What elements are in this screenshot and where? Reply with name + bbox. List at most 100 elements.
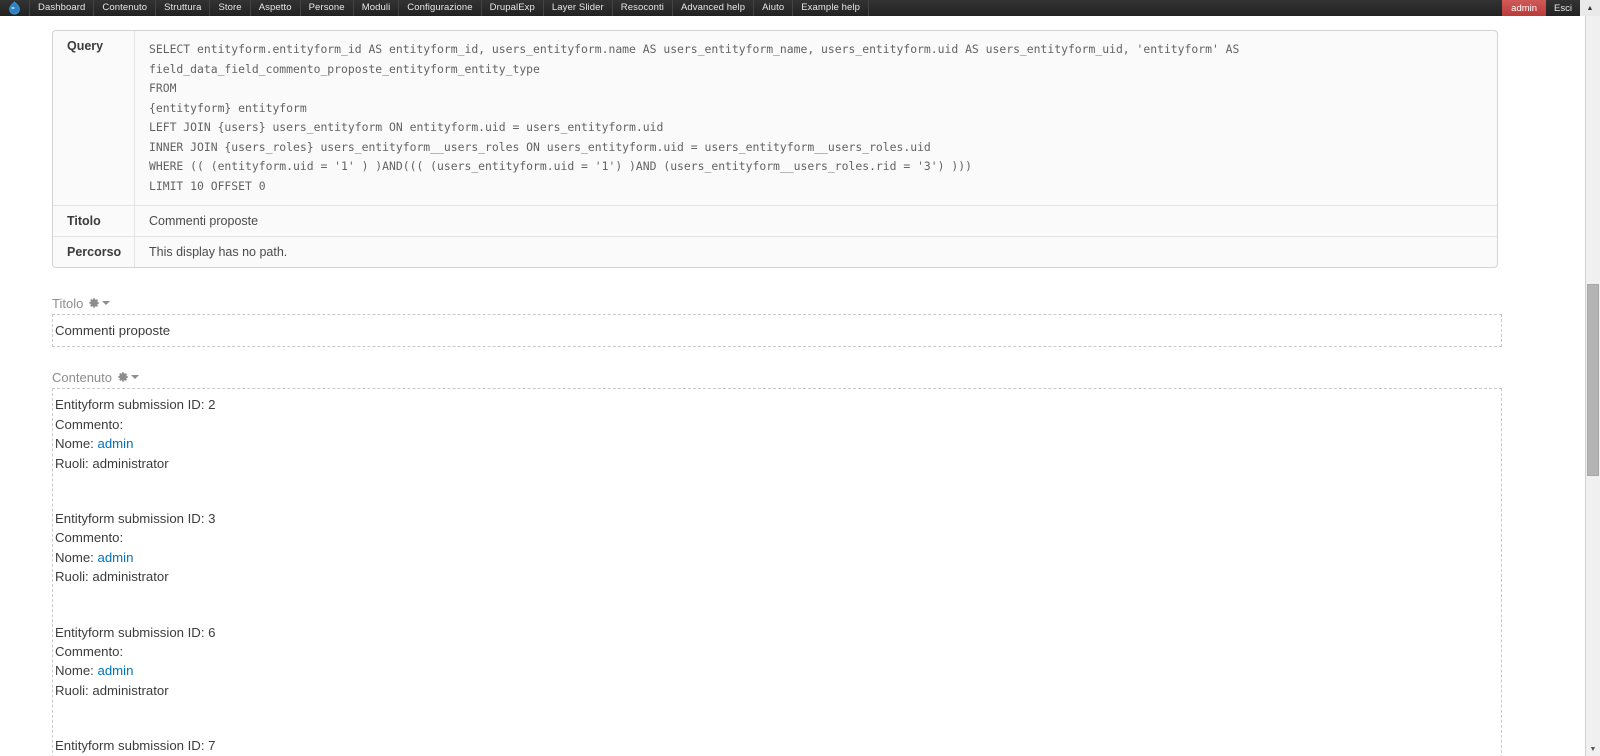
toolbar-item-label: Resoconti bbox=[620, 2, 664, 13]
field-content-contenuto: Entityform submission ID: 2 Commento: No… bbox=[52, 388, 1502, 756]
list-item: Entityform submission ID: 6 Commento: No… bbox=[54, 623, 1501, 701]
result-comment: Commento: bbox=[54, 642, 1501, 661]
result-comment-label: Commento: bbox=[55, 644, 124, 660]
toolbar-user-button[interactable]: admin bbox=[1502, 0, 1547, 16]
gear-icon[interactable] bbox=[88, 297, 100, 309]
field-content-titolo: Commenti proposte bbox=[52, 314, 1502, 348]
field-heading-contenuto: Contenuto bbox=[52, 366, 1585, 388]
toolbar-item-label: Moduli bbox=[361, 2, 391, 13]
toolbar-item-dashboard[interactable]: Dashboard bbox=[30, 0, 95, 16]
result-id-value: 3 bbox=[208, 511, 216, 527]
chevron-down-icon[interactable] bbox=[131, 375, 139, 380]
toolbar-item-contenuto[interactable]: Contenuto bbox=[94, 0, 157, 16]
result-roles-label: Ruoli: bbox=[55, 682, 89, 698]
result-roles: Ruoli: administrator bbox=[54, 567, 1501, 586]
toolbar-logout-button[interactable]: Esci bbox=[1546, 0, 1580, 16]
vertical-scrollbar[interactable]: ▼ bbox=[1586, 16, 1600, 756]
drupal-droplet-icon[interactable] bbox=[0, 0, 30, 16]
toolbar-item-label: Advanced help bbox=[680, 2, 746, 13]
toolbar-item-label: Dashboard bbox=[38, 2, 86, 13]
toolbar-item-advanced-help[interactable]: Advanced help bbox=[673, 0, 755, 16]
result-spacer bbox=[54, 587, 1501, 623]
result-name-label: Nome: bbox=[55, 549, 94, 565]
toolbar-item-configurazione[interactable]: Configurazione bbox=[399, 0, 482, 16]
result-roles-label: Ruoli: bbox=[55, 569, 89, 585]
toolbar-item-label: Persone bbox=[308, 2, 345, 13]
result-spacer bbox=[54, 700, 1501, 736]
toolbar-item-label: Store bbox=[218, 2, 242, 13]
result-id-value: 7 bbox=[208, 738, 216, 754]
row-value-titolo: Commenti proposte bbox=[149, 214, 259, 228]
scroll-down-icon[interactable]: ▼ bbox=[1586, 742, 1600, 756]
result-roles-value: administrator bbox=[92, 682, 169, 698]
toolbar-item-drupalexp[interactable]: DrupalExp bbox=[482, 0, 544, 16]
table-row: Titolo Commenti proposte bbox=[53, 205, 1497, 236]
row-label-titolo: Titolo bbox=[53, 206, 135, 236]
result-id-label: Entityform submission ID: bbox=[55, 397, 205, 413]
field-heading-label: Contenuto bbox=[52, 369, 112, 385]
result-id-label: Entityform submission ID: bbox=[55, 738, 205, 754]
result-name-link[interactable]: admin bbox=[98, 550, 134, 565]
toolbar-item-label: Layer Slider bbox=[551, 2, 604, 13]
toolbar-item-resoconti[interactable]: Resoconti bbox=[613, 0, 673, 16]
scrollbar-thumb[interactable] bbox=[1587, 284, 1599, 476]
toolbar-item-label: DrupalExp bbox=[489, 2, 535, 13]
chevron-down-icon[interactable] bbox=[102, 301, 111, 305]
toolbar-item-label: Struttura bbox=[164, 2, 202, 13]
result-id: Entityform submission ID: 6 bbox=[54, 623, 1501, 642]
table-row: Query SELECT entityform.entityform_id AS… bbox=[53, 31, 1497, 205]
list-item: Entityform submission ID: 3 Commento: No… bbox=[54, 509, 1501, 587]
list-item: Entityform submission ID: 7 bbox=[54, 736, 1501, 755]
result-name-link[interactable]: admin bbox=[98, 663, 134, 678]
admin-toolbar: Dashboard Contenuto Struttura Store Aspe… bbox=[0, 0, 1600, 16]
preview-info-table: Query SELECT entityform.entityform_id AS… bbox=[52, 30, 1498, 268]
toolbar-item-aspetto[interactable]: Aspetto bbox=[251, 0, 301, 16]
result-name: Nome: admin bbox=[54, 434, 1501, 453]
result-name-link[interactable]: admin bbox=[98, 436, 134, 451]
result-roles-label: Ruoli: bbox=[55, 455, 89, 471]
field-heading-label: Titolo bbox=[52, 295, 84, 311]
triangle-up-icon[interactable]: ▲ bbox=[1580, 0, 1600, 16]
result-name-label: Nome: bbox=[55, 663, 94, 679]
toolbar-item-persone[interactable]: Persone bbox=[301, 0, 354, 16]
views-preview-region: Query SELECT entityform.entityform_id AS… bbox=[0, 16, 1586, 756]
list-item: Entityform submission ID: 2 Commento: No… bbox=[54, 395, 1501, 473]
toolbar-item-label: Example help bbox=[801, 2, 861, 13]
toolbar-item-store[interactable]: Store bbox=[210, 0, 251, 16]
result-id-label: Entityform submission ID: bbox=[55, 624, 205, 640]
toolbar-item-label: Aspetto bbox=[258, 2, 292, 13]
result-id-label: Entityform submission ID: bbox=[55, 511, 205, 527]
toolbar-item-label: Contenuto bbox=[102, 2, 148, 13]
result-name: Nome: admin bbox=[54, 548, 1501, 567]
result-name: Nome: admin bbox=[54, 661, 1501, 680]
result-id-value: 2 bbox=[208, 397, 216, 413]
toolbar-item-layer-slider[interactable]: Layer Slider bbox=[544, 0, 613, 16]
row-value-query: SELECT entityform.entityform_id AS entit… bbox=[149, 42, 1240, 193]
toolbar-item-example-help[interactable]: Example help bbox=[793, 0, 870, 16]
toolbar-user-label: admin bbox=[1511, 2, 1538, 14]
result-comment: Commento: bbox=[54, 415, 1501, 434]
gear-icon[interactable] bbox=[117, 371, 129, 383]
result-id: Entityform submission ID: 2 bbox=[54, 395, 1501, 414]
result-comment: Commento: bbox=[54, 528, 1501, 547]
result-name-label: Nome: bbox=[55, 436, 94, 452]
titolo-text: Commenti proposte bbox=[55, 323, 171, 338]
result-roles: Ruoli: administrator bbox=[54, 681, 1501, 700]
toolbar-logout-label: Esci bbox=[1554, 2, 1572, 14]
toolbar-item-aiuto[interactable]: Aiuto bbox=[754, 0, 794, 16]
result-id-value: 6 bbox=[208, 624, 216, 640]
row-label-query: Query bbox=[53, 31, 135, 205]
row-value-percorso: This display has no path. bbox=[149, 245, 288, 259]
toolbar-item-label: Aiuto bbox=[762, 2, 785, 13]
toolbar-item-label: Configurazione bbox=[407, 2, 473, 13]
result-roles-value: administrator bbox=[92, 569, 169, 585]
result-id: Entityform submission ID: 3 bbox=[54, 509, 1501, 528]
result-spacer bbox=[54, 473, 1501, 509]
toolbar-item-struttura[interactable]: Struttura bbox=[156, 0, 211, 16]
field-heading-titolo: Titolo bbox=[52, 292, 1585, 314]
result-id: Entityform submission ID: 7 bbox=[54, 736, 1501, 755]
result-comment-label: Commento: bbox=[55, 416, 124, 432]
toolbar-item-moduli[interactable]: Moduli bbox=[354, 0, 400, 16]
result-roles-value: administrator bbox=[92, 455, 169, 471]
